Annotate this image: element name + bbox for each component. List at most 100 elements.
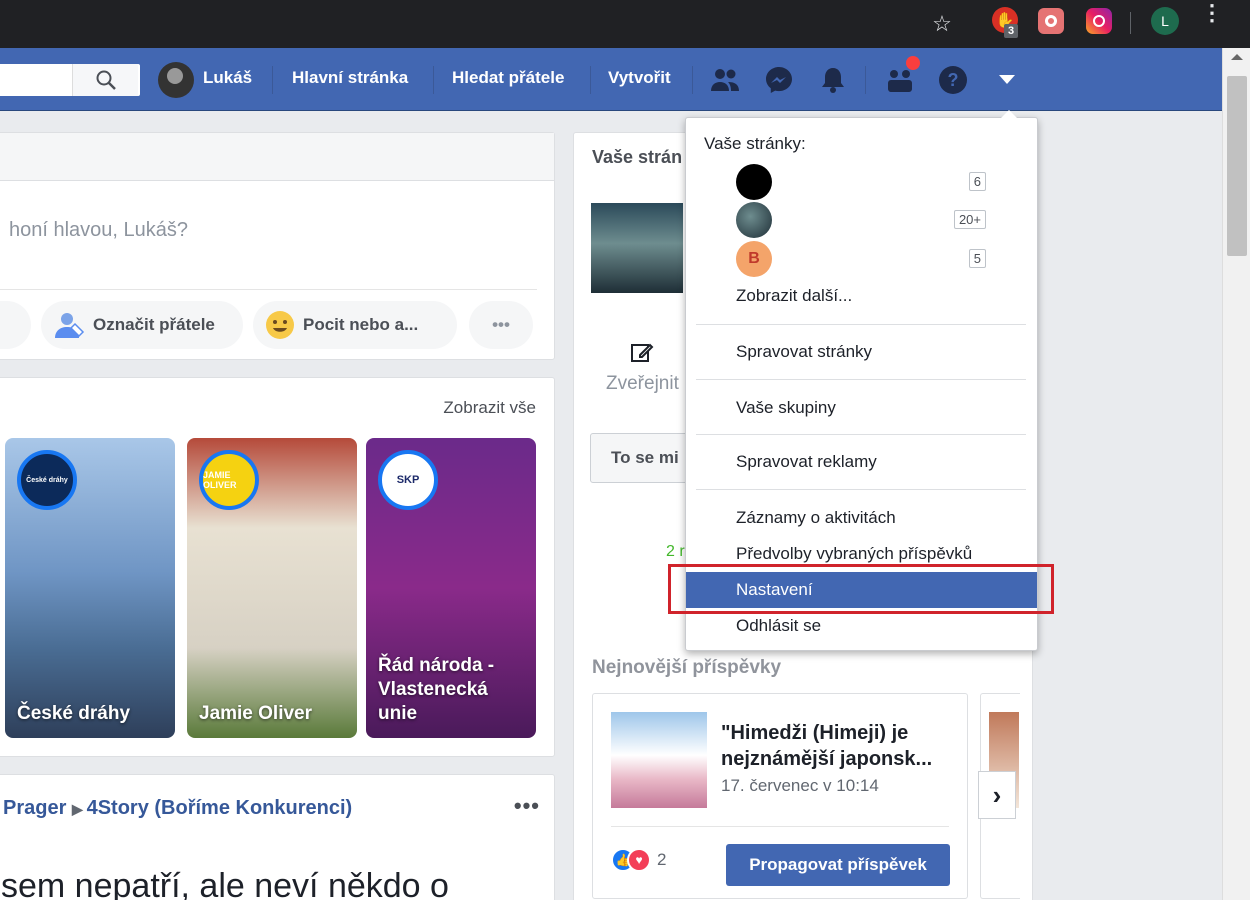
scrollbar-thumb[interactable]	[1227, 76, 1247, 256]
svg-text:?: ?	[948, 70, 959, 90]
promote-post-button[interactable]: Propagovat příspěvek	[726, 844, 950, 886]
carousel-next-icon[interactable]: ›	[978, 771, 1016, 819]
search-button[interactable]	[72, 64, 138, 96]
nav-divider	[272, 66, 273, 94]
more-options-button[interactable]: •••	[469, 301, 533, 349]
stories-section: Zobrazit vše České dráhy České dráhy JAM…	[0, 377, 555, 757]
pages-panel-title: Vaše strán	[592, 147, 683, 167]
browser-toolbar: ☆ ✋ 3 L ⋮	[0, 0, 1250, 48]
story-name: Řád národa - Vlastenecká unie	[378, 655, 495, 724]
screenshot-extension-icon[interactable]	[1038, 8, 1064, 34]
publish-button[interactable]: Zveřejnit	[606, 373, 679, 395]
browser-menu-icon[interactable]: ⋮	[1200, 2, 1224, 24]
story-logo-text: České dráhy	[26, 476, 68, 484]
story-logo: České dráhy	[17, 450, 77, 510]
love-reaction-icon: ♥	[627, 848, 651, 872]
smiley-icon	[266, 311, 294, 339]
story-name: České dráhy	[17, 703, 131, 724]
dropdown-page-item[interactable]: 20+	[736, 202, 986, 238]
friend-requests-icon[interactable]	[709, 64, 741, 96]
bookmark-star-icon[interactable]: ☆	[926, 8, 958, 40]
nav-divider	[865, 66, 866, 94]
help-icon[interactable]: ?	[937, 64, 969, 96]
dropdown-page-item[interactable]: 6	[736, 164, 986, 200]
reactions-summary[interactable]: 👍 ♥ 2	[611, 848, 666, 872]
reactions-count: 2	[657, 850, 667, 869]
account-menu-caret-icon[interactable]	[991, 64, 1023, 96]
instagram-extension-icon[interactable]	[1086, 8, 1112, 34]
dropdown-page-item[interactable]: B 5	[736, 241, 986, 277]
page-thumbnail[interactable]	[591, 203, 683, 293]
composer-prompt[interactable]: honí hlavou, Lukáš?	[9, 219, 188, 242]
post-composer: honí hlavou, Lukáš? . Označit přátele Po…	[0, 132, 555, 360]
post-options-icon[interactable]: •••	[514, 793, 540, 819]
create-link[interactable]: Vytvořit	[608, 68, 671, 88]
tag-friends-label: Označit přátele	[93, 315, 215, 334]
scroll-up-icon[interactable]	[1231, 54, 1243, 60]
latest-post-title[interactable]: "Himedži (Himeji) je nejznámější japonsk…	[721, 720, 961, 772]
like-button[interactable]: To se mi	[590, 433, 700, 483]
nav-divider	[433, 66, 434, 94]
profile-avatar[interactable]: L	[1151, 7, 1179, 35]
search-input[interactable]	[0, 64, 140, 96]
post-authors: Prager ▶ 4Story (Boříme Konkurenci)	[3, 797, 352, 820]
story-logo: JAMIE OLIVER	[199, 450, 259, 510]
menu-item-news-feed-preferences[interactable]: Předvolby vybraných příspěvků	[736, 544, 972, 564]
menu-divider	[696, 379, 1026, 380]
edit-icon[interactable]	[630, 341, 654, 371]
dropdown-caret	[1001, 110, 1017, 118]
latest-post-card: "Himedži (Himeji) je nejznámější japonsk…	[592, 693, 968, 899]
latest-posts-title: Nejnovější příspěvky	[592, 657, 782, 678]
divider	[0, 289, 537, 290]
facebook-top-nav: Lukáš Hlavní stránka Hledat přátele Vytv…	[0, 48, 1222, 111]
show-all-stories-link[interactable]: Zobrazit vše	[443, 398, 536, 418]
post-author-link[interactable]: Prager	[3, 797, 66, 819]
toolbar-divider	[1130, 12, 1131, 34]
shared-to-arrow-icon: ▶	[71, 801, 87, 817]
story-card[interactable]: SKP Řád národa - Vlastenecká unie	[366, 438, 536, 738]
latest-post-date[interactable]: 17. červenec v 10:14	[721, 776, 879, 796]
page-notification-count: 5	[968, 249, 986, 268]
composer-option-photo[interactable]: .	[0, 301, 31, 349]
story-logo-text: JAMIE OLIVER	[203, 470, 237, 490]
menu-item-logout[interactable]: Odhlásit se	[736, 616, 821, 636]
notifications-bell-icon[interactable]	[817, 64, 849, 96]
menu-item-activity-log[interactable]: Záznamy o aktivitách	[736, 508, 896, 528]
post-group-link[interactable]: 4Story (Boříme Konkurenci)	[87, 797, 353, 819]
page-scrollbar[interactable]	[1222, 48, 1250, 900]
page-notification-count: 6	[968, 172, 986, 191]
notification-dot	[906, 56, 920, 70]
new-count-text: 2 r	[666, 543, 685, 560]
nav-divider	[590, 66, 591, 94]
your-pages-heading: Vaše stránky:	[704, 134, 806, 153]
feed-post: Prager ▶ 4Story (Boříme Konkurenci) ••• …	[0, 774, 555, 900]
menu-item-manage-pages[interactable]: Spravovat stránky	[736, 342, 872, 362]
home-link[interactable]: Hlavní stránka	[292, 68, 408, 88]
tag-friends-icon	[55, 313, 85, 338]
story-card[interactable]: České dráhy České dráhy	[5, 438, 175, 738]
user-avatar[interactable]	[158, 62, 194, 98]
messenger-icon[interactable]	[763, 64, 795, 96]
page-avatar	[736, 164, 772, 200]
menu-divider	[696, 489, 1026, 490]
show-more-pages-link[interactable]: Zobrazit další...	[736, 286, 852, 306]
search-icon	[96, 70, 116, 90]
feeling-label: Pocit nebo a...	[303, 315, 419, 334]
menu-divider	[696, 324, 1026, 325]
page-notification-count: 20+	[953, 210, 986, 229]
story-logo: SKP	[378, 450, 438, 510]
story-name: Jamie Oliver	[199, 703, 313, 724]
find-friends-link[interactable]: Hledat přátele	[452, 68, 564, 88]
feeling-button[interactable]: Pocit nebo a...	[253, 301, 457, 349]
extension-badge: 3	[1004, 24, 1019, 38]
latest-post-image[interactable]	[611, 712, 707, 808]
settings-callout-highlight	[668, 564, 1054, 614]
story-card[interactable]: JAMIE OLIVER Jamie Oliver	[187, 438, 357, 738]
nav-divider	[692, 66, 693, 94]
page-avatar	[736, 202, 772, 238]
menu-item-your-groups[interactable]: Vaše skupiny	[736, 398, 836, 418]
menu-item-manage-ads[interactable]: Spravovat reklamy	[736, 452, 877, 472]
story-logo-text: SKP	[396, 474, 420, 486]
tag-friends-button[interactable]: Označit přátele	[41, 301, 243, 349]
profile-link[interactable]: Lukáš	[203, 68, 252, 88]
